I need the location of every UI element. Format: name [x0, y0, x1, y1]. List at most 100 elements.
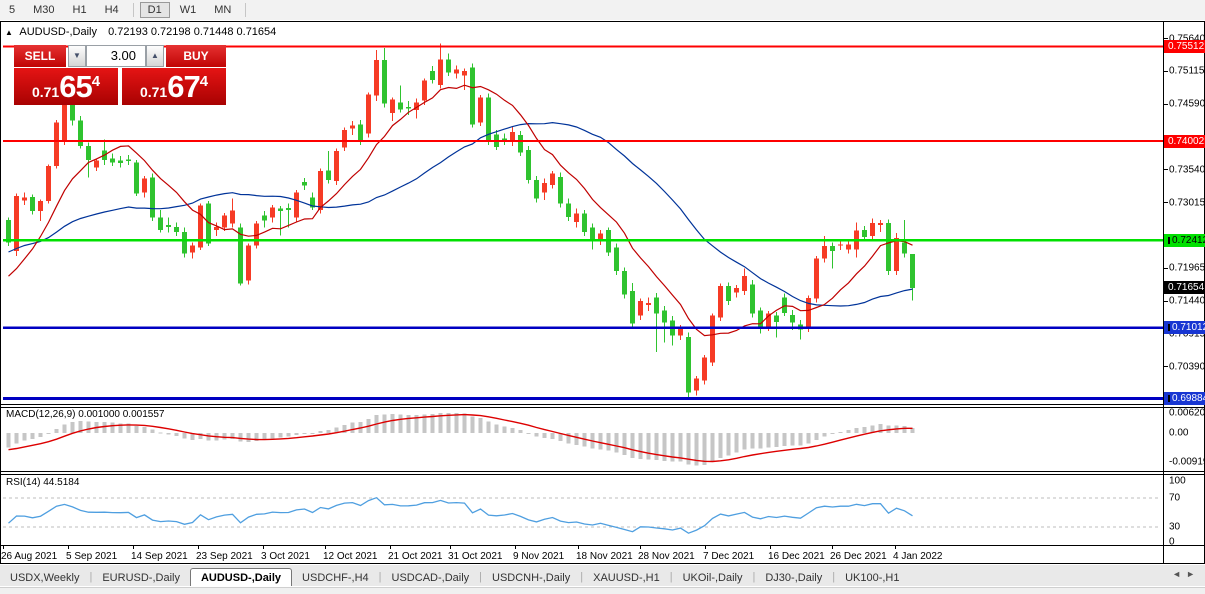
date-tick-mark: [895, 545, 896, 549]
tab-usdcnh-daily[interactable]: USDCNH-,Daily: [482, 569, 580, 586]
macd-bar: [743, 433, 747, 449]
candle-bull: [694, 379, 699, 391]
candle-bull: [462, 71, 467, 75]
one-click-trading-panel: SELL ▼ 3.00 ▲ BUY 0.71 65 4 0.71 67 4: [14, 45, 226, 105]
macd-bar: [247, 433, 251, 442]
candle-bear: [886, 223, 891, 271]
price-tick-mark: [1164, 202, 1168, 203]
macd-pane-separator-top[interactable]: [0, 404, 1205, 405]
candle-bull: [222, 216, 227, 228]
timeframe-h4[interactable]: H4: [97, 2, 127, 18]
macd-bar: [55, 429, 59, 433]
macd-bar: [535, 433, 539, 436]
buy-price-prefix: 0.71: [140, 84, 167, 100]
tab-scroll-right-icon[interactable]: ►: [1186, 569, 1200, 579]
candle-bear: [78, 121, 83, 147]
macd-bar: [775, 433, 779, 447]
sell-price-display[interactable]: 0.71 65 4: [14, 68, 118, 105]
price-tick-mark: [1164, 71, 1168, 72]
volume-input[interactable]: 3.00: [86, 45, 146, 67]
macd-pane[interactable]: [1, 408, 1163, 471]
candle-bull: [870, 223, 875, 236]
candle-bear: [830, 246, 835, 251]
buy-price-big: 67: [167, 70, 199, 103]
candle-bear: [134, 162, 139, 193]
rsi-pane-separator-top[interactable]: [0, 471, 1205, 472]
candle-bull: [822, 246, 827, 259]
rsi-pane[interactable]: [1, 475, 1163, 545]
timeframe-w1[interactable]: W1: [172, 2, 205, 18]
candle-bear: [262, 216, 267, 221]
tab-eurusd-daily[interactable]: EURUSD-,Daily: [92, 569, 190, 586]
macd-bar: [551, 433, 555, 439]
macd-bar: [111, 423, 115, 433]
sell-button[interactable]: SELL: [14, 45, 66, 67]
status-strip: [0, 587, 1205, 594]
candle-bull: [350, 126, 355, 129]
collapse-arrow-icon[interactable]: ▲: [5, 28, 13, 37]
tab-usdcad-daily[interactable]: USDCAD-,Daily: [382, 569, 480, 586]
macd-bar: [767, 433, 771, 448]
date-label: 7 Dec 2021: [703, 551, 754, 562]
candle-bear: [774, 316, 779, 322]
tab-dj30-daily[interactable]: DJ30-,Daily: [755, 569, 832, 586]
candle-bear: [6, 220, 11, 243]
candle-bull: [22, 197, 27, 200]
price-badge-0.74002: 0.74002: [1164, 135, 1205, 148]
timeframe-m30[interactable]: M30: [25, 2, 62, 18]
volume-decrease-button[interactable]: ▼: [68, 45, 86, 67]
candle-bear: [382, 60, 387, 104]
candle-bear: [910, 254, 915, 288]
macd-bar: [103, 422, 107, 433]
mt4-window: 5M30H1H4D1W1MN ▲ AUDUSD-,Daily 0.72193 0…: [0, 0, 1205, 594]
candle-bull: [270, 207, 275, 217]
price-tick-mark: [1164, 169, 1168, 170]
tab-uk100-h1[interactable]: UK100-,H1: [835, 569, 909, 586]
tab-scroll-left-icon[interactable]: ◄: [1172, 569, 1186, 579]
date-tick-mark: [515, 545, 516, 549]
line-endpoint-marker: [1168, 324, 1170, 331]
candle-bear: [302, 182, 307, 186]
timeframe-m5[interactable]: 5: [1, 2, 23, 18]
macd-bar: [823, 433, 827, 437]
macd-bar: [575, 433, 579, 445]
macd-bar: [847, 430, 851, 433]
candle-bear: [358, 124, 363, 141]
timeframe-h1[interactable]: H1: [65, 2, 95, 18]
macd-bar: [711, 433, 715, 462]
date-label: 4 Jan 2022: [893, 551, 943, 562]
candle-bull: [14, 196, 19, 251]
tab-usdchf-h4[interactable]: USDCHF-,H4: [292, 569, 379, 586]
tab-audusd-daily[interactable]: AUDUSD-,Daily: [190, 568, 292, 586]
macd-bar: [327, 430, 331, 433]
price-tick-label: 0.75115: [1169, 66, 1204, 77]
timeframe-mn[interactable]: MN: [206, 2, 239, 18]
tab-ukoil-daily[interactable]: UKOil-,Daily: [673, 569, 753, 586]
tab-usdx-weekly[interactable]: USDX,Weekly: [0, 569, 89, 586]
candle-bear: [398, 102, 403, 109]
tab-scroll-arrows[interactable]: ◄►: [1172, 569, 1200, 579]
candle-bear: [902, 242, 907, 253]
chart-tab-bar: USDX,Weekly|EURUSD-,DailyAUDUSD-,DailyUS…: [0, 565, 1205, 586]
price-badge-0.75512: 0.75512: [1164, 40, 1205, 53]
macd-bar: [791, 433, 795, 446]
tab-xauusd-h1[interactable]: XAUUSD-,H1: [583, 569, 670, 586]
price-tick-mark: [1164, 366, 1168, 367]
date-label: 16 Dec 2021: [768, 551, 825, 562]
candle-bear: [446, 59, 451, 72]
candle-bear: [166, 225, 171, 227]
macd-bar: [7, 433, 11, 447]
time-axis-border: [0, 545, 1205, 546]
rsi-scale-label: 100: [1169, 476, 1186, 487]
volume-increase-button[interactable]: ▲: [146, 45, 164, 67]
macd-bar: [503, 427, 507, 433]
buy-price-display[interactable]: 0.71 67 4: [122, 68, 226, 105]
candle-bull: [246, 246, 251, 281]
macd-bar: [511, 428, 515, 433]
timeframe-d1[interactable]: D1: [140, 2, 170, 18]
buy-price-sup: 4: [200, 73, 208, 90]
macd-bar: [143, 427, 147, 433]
date-tick-mark: [325, 545, 326, 549]
date-label: 3 Oct 2021: [261, 551, 310, 562]
buy-button[interactable]: BUY: [166, 45, 226, 67]
